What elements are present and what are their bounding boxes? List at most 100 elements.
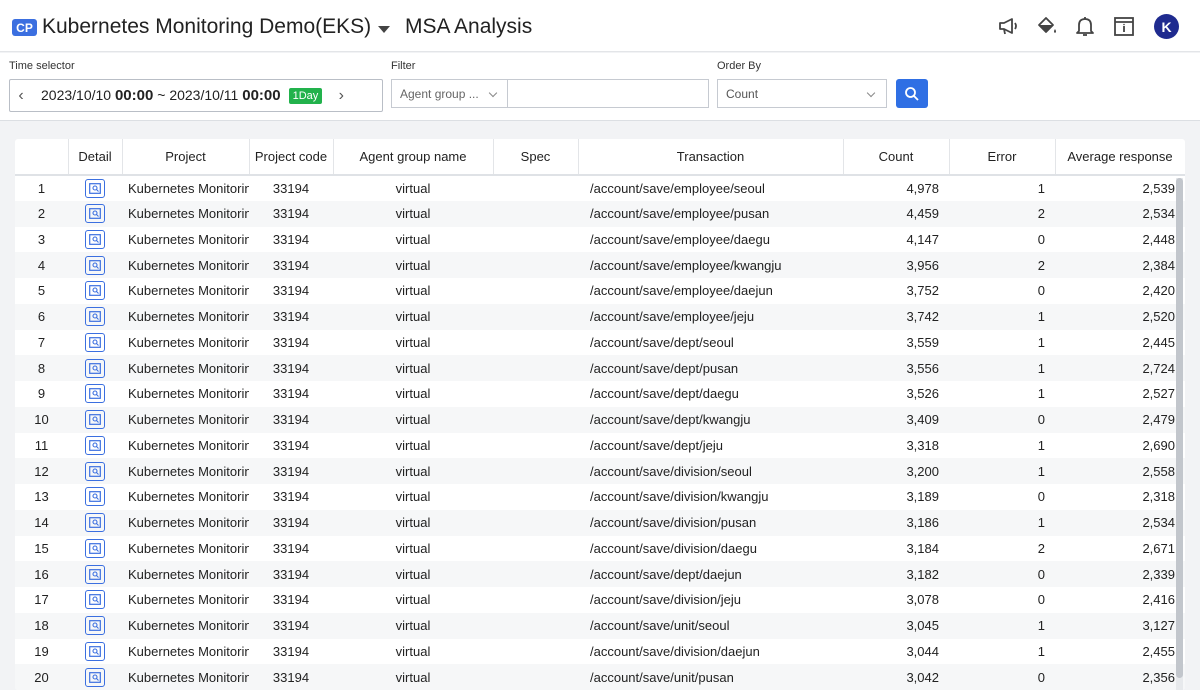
detail-button[interactable] (85, 178, 105, 198)
project-selector[interactable]: Kubernetes Monitoring Demo(EKS) (42, 15, 371, 39)
project-cell: Kubernetes Monitoring Demo (122, 407, 249, 433)
detail-button[interactable] (85, 487, 105, 507)
user-avatar[interactable]: K (1154, 14, 1179, 39)
caret-down-icon[interactable] (378, 26, 390, 33)
prev-arrow-icon[interactable]: ‹ (10, 80, 32, 111)
col-count-header[interactable]: Count (843, 139, 950, 176)
agent-group-cell: virtual (395, 257, 431, 273)
calendar-icon[interactable] (1111, 13, 1137, 39)
detail-button[interactable] (85, 281, 105, 301)
agent-group-cell: virtual (395, 283, 431, 299)
table-row[interactable]: 19 Kubernetes Monitoring Demo 33194 virtual… (15, 639, 1185, 665)
table-row[interactable]: 3 Kubernetes Monitoring Demo 33194 virtual /… (15, 227, 1185, 253)
detail-button[interactable] (85, 384, 105, 404)
table-row[interactable]: 6 Kubernetes Monitoring Demo 33194 virtual /… (15, 303, 1185, 330)
table-row[interactable]: 9 Kubernetes Monitoring Demo 33194 virtual /… (15, 381, 1185, 407)
detail-button[interactable] (85, 538, 105, 558)
table-row[interactable]: 12 Kubernetes Monitoring Demo 33194 virtual… (15, 458, 1185, 484)
open-detail-icon (89, 568, 101, 580)
megaphone-icon[interactable] (996, 13, 1022, 39)
project-name: Kubernetes Monitoring Demo (128, 283, 249, 299)
spec-cell (493, 278, 578, 304)
table-row[interactable]: 10 Kubernetes Monitoring Demo 33194 virtual… (15, 406, 1185, 433)
detail-button[interactable] (85, 461, 105, 481)
search-button[interactable] (896, 79, 928, 108)
bell-icon[interactable] (1072, 13, 1098, 39)
detail-button[interactable] (85, 590, 105, 610)
spec-cell (493, 536, 578, 562)
detail-button[interactable] (85, 410, 105, 430)
table-row[interactable]: 7 Kubernetes Monitoring Demo 33194 virtual /… (15, 330, 1185, 356)
project-name: Kubernetes Monitoring Demo (128, 489, 249, 505)
agent-group-select[interactable]: Agent group ... (391, 79, 508, 108)
error-cell: 2 (1037, 540, 1045, 556)
filter-label: Filter (391, 60, 416, 72)
col-spec-header[interactable]: Spec (493, 139, 579, 176)
project-cell: Kubernetes Monitoring Demo (122, 278, 249, 304)
detail-button[interactable] (85, 616, 105, 636)
table-row[interactable]: 1 Kubernetes Monitoring Demo 33194 virtual /… (15, 175, 1185, 201)
table-row[interactable]: 15 Kubernetes Monitoring Demo 33194 virtual… (15, 536, 1185, 562)
col-project-code-header[interactable]: Project code (249, 139, 334, 176)
range-badge[interactable]: 1Day (288, 87, 323, 104)
detail-button[interactable] (85, 332, 105, 352)
col-transaction-header[interactable]: Transaction (578, 139, 844, 176)
detail-cell (68, 510, 122, 536)
detail-cell (68, 381, 122, 407)
spec-cell (493, 407, 578, 433)
detail-button[interactable] (85, 255, 105, 275)
detail-button[interactable] (85, 641, 105, 661)
detail-button[interactable] (85, 204, 105, 224)
order-by-select[interactable]: Count (717, 79, 887, 108)
chevron-down-icon (866, 88, 876, 98)
count-cell: 3,752 (906, 283, 939, 299)
detail-cell (68, 639, 122, 665)
time-selector[interactable]: ‹ 2023/10/10 00:00 ~ 2023/10/11 00:00 1D… (9, 79, 383, 112)
open-detail-icon (89, 388, 101, 400)
avg-response-cell: 2,527 (1142, 386, 1175, 402)
table-row[interactable]: 14 Kubernetes Monitoring Demo 33194 virtual… (15, 509, 1185, 536)
table-row[interactable]: 17 Kubernetes Monitoring Demo 33194 virtual… (15, 587, 1185, 613)
transaction-cell: /account/save/unit/pusan (590, 669, 734, 685)
project-cell: Kubernetes Monitoring Demo (122, 330, 249, 356)
detail-button[interactable] (85, 667, 105, 687)
table-row[interactable]: 2 Kubernetes Monitoring Demo 33194 virtual /… (15, 200, 1185, 227)
col-avg-response-header[interactable]: Average response (1055, 139, 1185, 176)
paint-bucket-icon[interactable] (1034, 13, 1060, 39)
detail-button[interactable] (85, 435, 105, 455)
table-row[interactable]: 11 Kubernetes Monitoring Demo 33194 virtual… (15, 433, 1185, 459)
next-arrow-icon[interactable]: › (330, 80, 352, 111)
row-number: 7 (37, 334, 46, 350)
detail-cell (68, 536, 122, 562)
table-row[interactable]: 16 Kubernetes Monitoring Demo 33194 virtual… (15, 561, 1185, 587)
error-cell: 0 (1037, 283, 1045, 299)
project-cell: Kubernetes Monitoring Demo (122, 252, 249, 278)
table-row[interactable]: 18 Kubernetes Monitoring Demo 33194 virtual… (15, 612, 1185, 639)
col-error-header[interactable]: Error (949, 139, 1056, 176)
project-code-cell: 33194 (272, 334, 310, 350)
time-range[interactable]: 2023/10/10 00:00 ~ 2023/10/11 00:00 (32, 87, 281, 104)
project-code-cell: 33194 (272, 669, 310, 685)
detail-button[interactable] (85, 513, 105, 533)
col-detail-header[interactable]: Detail (68, 139, 123, 176)
table-row[interactable]: 8 Kubernetes Monitoring Demo 33194 virtual /… (15, 355, 1185, 381)
col-project-header[interactable]: Project (122, 139, 250, 176)
table-row[interactable]: 4 Kubernetes Monitoring Demo 33194 virtual /… (15, 252, 1185, 278)
project-cell: Kubernetes Monitoring Demo (122, 201, 249, 227)
table-scrollbar-thumb[interactable] (1176, 178, 1183, 678)
detail-button[interactable] (85, 229, 105, 249)
transaction-cell: /account/save/employee/jeju (590, 309, 755, 325)
open-detail-icon (89, 645, 101, 657)
col-rownum-header[interactable] (15, 139, 69, 176)
detail-button[interactable] (85, 358, 105, 378)
table-row[interactable]: 13 Kubernetes Monitoring Demo 33194 virtual… (15, 484, 1185, 510)
detail-button[interactable] (85, 564, 105, 584)
filter-input[interactable] (507, 79, 709, 108)
detail-button[interactable] (85, 307, 105, 327)
agent-group-cell: virtual (395, 669, 431, 685)
table-row[interactable]: 5 Kubernetes Monitoring Demo 33194 virtual /… (15, 278, 1185, 304)
table-row[interactable]: 20 Kubernetes Monitoring Demo 33194 virtual… (15, 664, 1185, 690)
agent-group-cell: virtual (395, 309, 431, 325)
col-agent-group-header[interactable]: Agent group name (333, 139, 494, 176)
error-cell: 0 (1037, 592, 1045, 608)
